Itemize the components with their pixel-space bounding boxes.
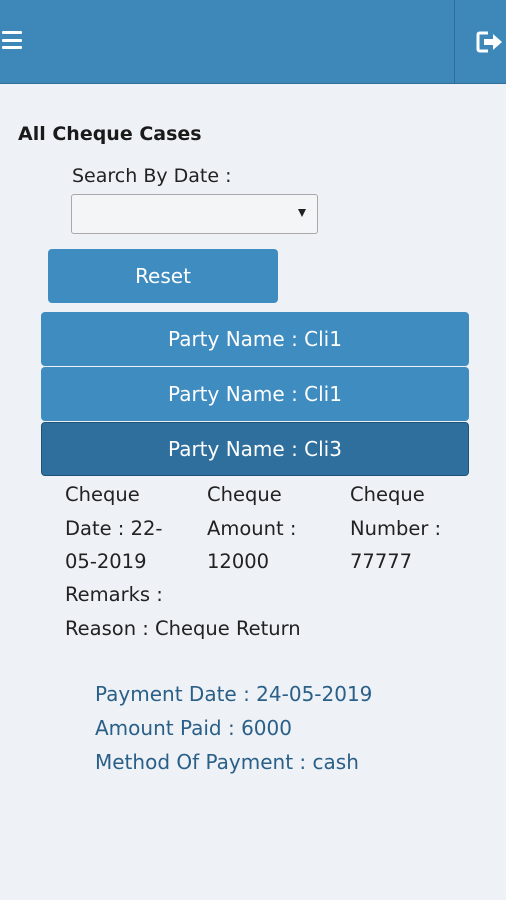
cheque-number-line: Number : (350, 516, 442, 540)
payment-date-text: Payment Date : 24-05-2019 (95, 682, 373, 706)
party-item-expanded[interactable]: Party Name : Cli3 (41, 422, 469, 476)
payment-method-text: Method Of Payment : cash (95, 750, 359, 774)
reason-text: Reason : Cheque Return (65, 617, 301, 640)
cheque-date-line: 05-2019 (65, 550, 147, 573)
header-divider (454, 0, 455, 84)
sign-out-icon[interactable] (475, 27, 505, 57)
party-item[interactable]: Party Name : Cli1 (41, 367, 469, 421)
cheque-date-field: Cheque Date : 22- 05-2019 (65, 478, 175, 579)
reset-button[interactable]: Reset (48, 249, 278, 303)
cheque-date-line: Cheque (65, 483, 140, 506)
search-date-select[interactable] (71, 194, 318, 234)
cheque-amount-field: Cheque Amount : 12000 (207, 478, 332, 579)
search-by-date-label: Search By Date : (72, 165, 232, 187)
dropdown-arrow-icon (298, 209, 306, 217)
cheque-number-field: Cheque Number : 77777 (350, 478, 470, 579)
cheque-amount-line: 12000 (207, 550, 270, 573)
cheque-date-line: Date : 22- (65, 516, 163, 540)
top-app-bar (0, 0, 506, 84)
cheque-number-line: Cheque (350, 483, 425, 506)
cheque-amount-line: Cheque (207, 483, 282, 506)
amount-paid-text: Amount Paid : 6000 (95, 716, 292, 740)
party-item[interactable]: Party Name : Cli1 (41, 312, 469, 366)
page-title: All Cheque Cases (18, 123, 202, 145)
remarks-text: Remarks : (65, 583, 163, 606)
hamburger-menu-icon[interactable] (0, 28, 26, 52)
cheque-amount-line: Amount : (207, 516, 297, 540)
cheque-number-line: 77777 (350, 550, 413, 573)
